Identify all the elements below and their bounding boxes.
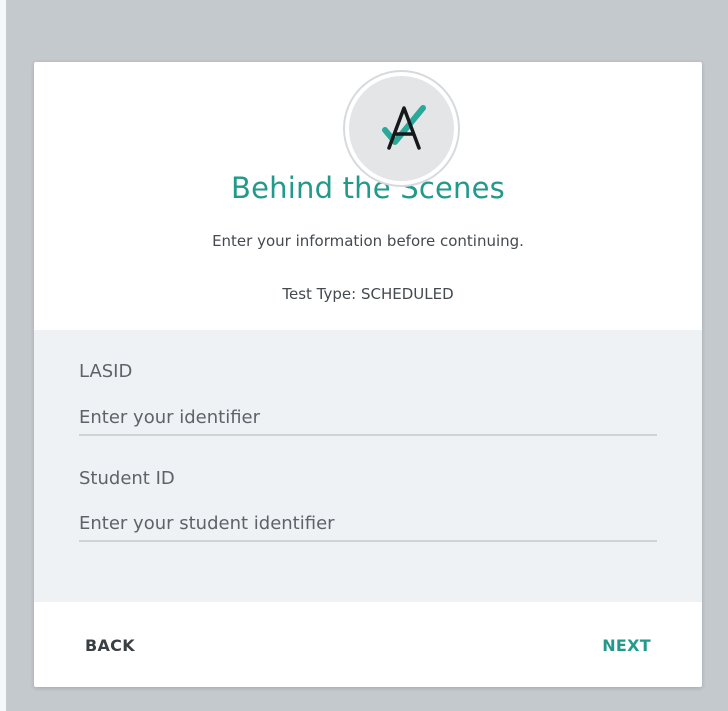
page-edge bbox=[0, 0, 6, 711]
test-type-text: Test Type: SCHEDULED bbox=[282, 285, 454, 303]
student-id-label: Student ID bbox=[79, 468, 175, 489]
identifier-form: LASID Student ID bbox=[34, 330, 702, 602]
back-button[interactable]: BACK bbox=[79, 632, 141, 659]
checkmark-a-logo-icon bbox=[382, 105, 426, 150]
lasid-label: LASID bbox=[79, 361, 133, 382]
page-title: Behind the Scenes bbox=[231, 171, 505, 205]
page-subtitle: Enter your information before continuing… bbox=[212, 232, 524, 250]
next-button[interactable]: NEXT bbox=[596, 632, 657, 659]
lasid-input[interactable] bbox=[79, 400, 657, 436]
login-card: Behind the Scenes Enter your information… bbox=[34, 62, 702, 687]
card-footer: BACK NEXT bbox=[34, 602, 702, 687]
logo-badge bbox=[345, 72, 458, 185]
student-id-input[interactable] bbox=[79, 506, 657, 542]
